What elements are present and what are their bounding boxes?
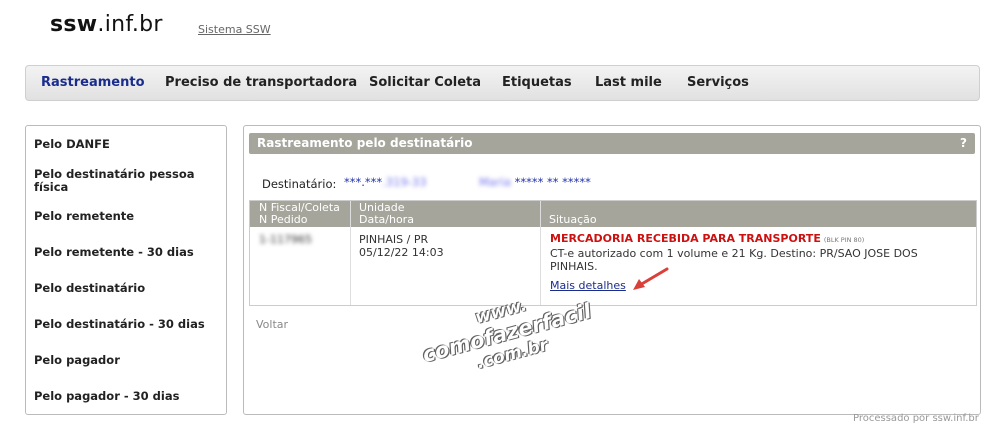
status-description-line2: PINHAIS.	[550, 260, 598, 273]
nav-servicos[interactable]: Serviços	[687, 75, 749, 90]
destinatario-doc-blurred: .319-33	[382, 175, 427, 189]
unidade-value: PINHAIS / PR	[359, 233, 429, 246]
tracking-options-sidebar: Pelo DANFE Pelo destinatário pessoa físi…	[25, 125, 227, 415]
nav-last-mile[interactable]: Last mile	[595, 75, 662, 90]
site-logo[interactable]: ssw.inf.br	[50, 12, 163, 37]
col-header-nf-line2: N Pedido	[259, 213, 308, 226]
sidebar-item-pagador-30[interactable]: Pelo pagador - 30 dias	[34, 390, 179, 403]
sidebar-item-remetente[interactable]: Pelo remetente	[34, 210, 134, 223]
sidebar-item-destinatario[interactable]: Pelo destinatário	[34, 282, 145, 295]
destinatario-name: Maria ***** ** *****	[479, 175, 591, 189]
tracking-table: N Fiscal/Coleta N Pedido Unidade Data/ho…	[249, 200, 977, 306]
red-arrow-icon	[633, 267, 669, 290]
panel-title: Rastreamento pelo destinatário	[257, 136, 473, 150]
nav-rastreamento[interactable]: Rastreamento	[41, 75, 145, 90]
logo-bold: ssw	[50, 12, 98, 37]
sistema-ssw-link[interactable]: Sistema SSW	[198, 23, 271, 36]
nav-etiquetas[interactable]: Etiquetas	[502, 75, 572, 90]
column-divider	[350, 201, 351, 305]
destinatario-name-blurred: Maria	[479, 175, 511, 189]
sidebar-item-danfe[interactable]: Pelo DANFE	[34, 138, 110, 151]
col-header-situacao: Situação	[549, 213, 597, 226]
processed-by-footer: Processado por ssw.inf.br	[853, 413, 979, 424]
panel-header: Rastreamento pelo destinatário ?	[249, 133, 975, 154]
col-header-unidade-line2: Data/hora	[359, 213, 414, 226]
status-note: (BLK PIN 80)	[823, 236, 865, 244]
main-nav: Rastreamento Preciso de transportadora S…	[25, 65, 980, 101]
logo-domain: .inf.br	[97, 12, 163, 37]
nf-number[interactable]: 1-117965	[259, 233, 312, 246]
table-header: N Fiscal/Coleta N Pedido Unidade Data/ho…	[250, 201, 976, 227]
destinatario-document: ***.***.319-33	[344, 175, 427, 189]
col-header-nf: N Fiscal/Coleta N Pedido	[259, 202, 340, 226]
sidebar-item-destinatario-pf[interactable]: Pelo destinatário pessoa física	[34, 168, 214, 194]
sidebar-item-pagador[interactable]: Pelo pagador	[34, 354, 120, 367]
status-description-line1: CT-e autorizado com 1 volume e 21 Kg. De…	[550, 247, 918, 260]
datahora-value: 05/12/22 14:03	[359, 246, 444, 259]
destinatario-name-visible: ***** ** *****	[514, 175, 591, 189]
status-cell: MERCADORIA RECEBIDA PARA TRANSPORTE (BLK …	[550, 232, 970, 273]
destinatario-label: Destinatário:	[262, 177, 337, 191]
tracking-result-panel: Rastreamento pelo destinatário ? Destina…	[243, 125, 981, 415]
destinatario-doc-visible: ***.***	[344, 175, 383, 189]
sidebar-item-destinatario-30[interactable]: Pelo destinatário - 30 dias	[34, 318, 205, 331]
nav-solicitar-coleta[interactable]: Solicitar Coleta	[369, 75, 481, 90]
help-button[interactable]: ?	[960, 136, 967, 150]
voltar-link[interactable]: Voltar	[256, 318, 288, 331]
sidebar-item-remetente-30[interactable]: Pelo remetente - 30 dias	[34, 246, 194, 259]
col-header-unidade: Unidade Data/hora	[359, 202, 414, 226]
status-title: MERCADORIA RECEBIDA PARA TRANSPORTE	[550, 232, 821, 245]
nav-preciso-transportadora[interactable]: Preciso de transportadora	[165, 75, 357, 90]
